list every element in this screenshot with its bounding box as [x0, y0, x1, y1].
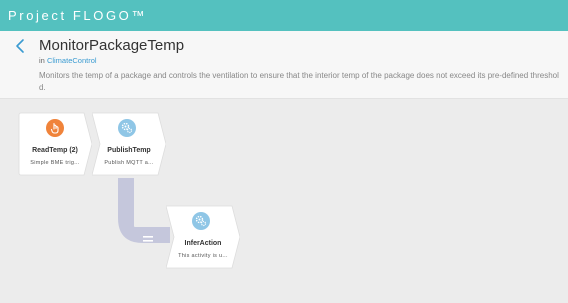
activity-tile-publishtemp[interactable]: PublishTemp Publish MQTT a...: [92, 112, 166, 176]
tile-name: PublishTemp: [107, 147, 151, 154]
flow-header: MonitorPackageTemp in ClimateControl Mon…: [0, 31, 568, 99]
tile-name: InferAction: [184, 240, 222, 247]
app-breadcrumb: in ClimateControl: [39, 56, 97, 66]
flow-canvas: ReadTemp (2) Simple BME trig... PublishT…: [0, 100, 568, 303]
trigger-tile-readtemp[interactable]: ReadTemp (2) Simple BME trig...: [18, 112, 92, 176]
top-bar: Project FLOGO™: [0, 0, 568, 31]
flow-description[interactable]: Monitors the temp of a package and contr…: [39, 70, 561, 94]
gears-icon: [192, 212, 210, 230]
tile-name: ReadTemp (2): [32, 147, 78, 154]
app-link[interactable]: ClimateControl: [47, 56, 97, 65]
in-label: in: [39, 56, 45, 65]
flow-title[interactable]: MonitorPackageTemp: [39, 37, 184, 55]
hand-touch-icon: [46, 119, 64, 137]
tile-summary: Publish MQTT a...: [104, 160, 154, 166]
tile-summary: This activity is u...: [178, 253, 228, 259]
tile-summary: Simple BME trig...: [30, 160, 80, 166]
back-arrow-icon[interactable]: [14, 38, 28, 54]
activity-tile-inferaction[interactable]: InferAction This activity is u...: [166, 205, 240, 269]
brand-logo[interactable]: Project FLOGO™: [8, 8, 147, 24]
gears-icon: [118, 119, 136, 137]
